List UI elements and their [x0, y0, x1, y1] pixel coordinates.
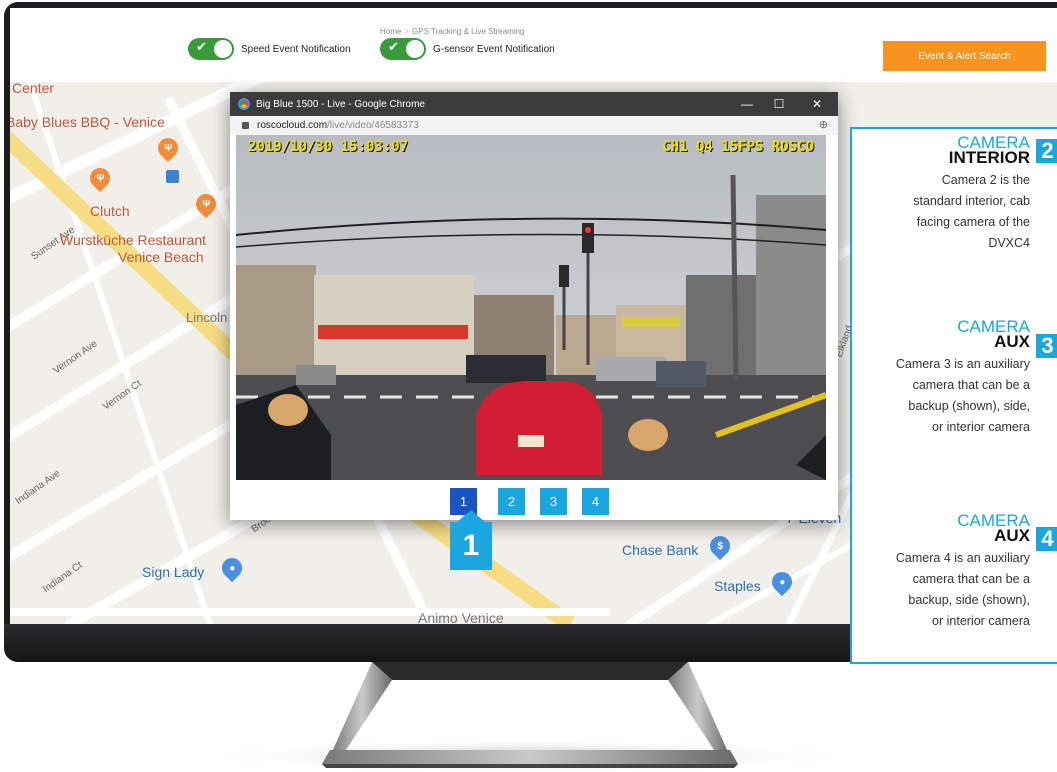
zoom-icon[interactable]: ⊕: [819, 118, 828, 131]
bus-stop-icon[interactable]: [166, 170, 179, 183]
g-sensor-event-label: G-sensor Event Notification: [433, 43, 555, 55]
screenshot: ✔ Speed Event Notification ✔ G-sensor Ev…: [0, 0, 1057, 772]
live-video-window[interactable]: Big Blue 1500 - Live - Google Chrome — ☐…: [230, 92, 838, 520]
desc-line: facing camera of the: [916, 215, 1030, 229]
desc-line: backup, side (shown),: [908, 593, 1030, 607]
callout-arrow: [457, 510, 485, 522]
camera-tab-4[interactable]: 4: [582, 488, 609, 515]
desc-line: backup (shown), side,: [908, 399, 1030, 413]
url-host: roscocloud.com: [257, 120, 328, 131]
desc-line: camera that can be a: [912, 378, 1030, 392]
camera-4-info: CAMERA AUX Camera 4 is an auxiliary came…: [852, 512, 1030, 632]
callout-number-1: 1: [450, 522, 492, 570]
address-bar[interactable]: roscocloud.com/live/video/46583373 ⊕: [230, 116, 838, 135]
lock-icon: [242, 122, 249, 129]
camera-tab-3[interactable]: 3: [540, 488, 567, 515]
breadcrumb-home-link[interactable]: Home: [380, 27, 401, 36]
map-label-center: Center: [12, 82, 55, 96]
speed-event-toggle[interactable]: ✔ Speed Event Notification: [188, 38, 351, 60]
camera-3-description: Camera 3 is an auxiliary camera that can…: [852, 354, 1030, 438]
map-label-venice-beach: Venice Beach: [118, 249, 204, 265]
camera-2-number-badge: 2: [1036, 139, 1057, 163]
window-title: Big Blue 1500 - Live - Google Chrome: [256, 98, 425, 110]
event-alert-search-button[interactable]: Event & Alert Search: [883, 41, 1046, 71]
desc-line: or interior camera: [932, 420, 1030, 434]
camera-2-info: CAMERA INTERIOR Camera 2 is the standard…: [852, 134, 1030, 254]
desc-line: camera that can be a: [912, 572, 1030, 586]
camera-4-number-badge: 4: [1036, 527, 1057, 551]
map-label-clutch: Clutch: [90, 203, 130, 219]
camera-3-subtitle: AUX: [994, 332, 1030, 351]
camera-2-description: Camera 2 is the standard interior, cab f…: [852, 170, 1030, 254]
live-video-feed[interactable]: 2019/10/30 15:03:07 CH1 Q4 15FPS ROSCO: [236, 135, 826, 480]
monitor-stand: [198, 662, 858, 772]
camera-3-number-badge: 3: [1036, 334, 1057, 358]
maximize-icon[interactable]: ☐: [762, 92, 796, 116]
toggle-switch-on[interactable]: ✔: [380, 38, 426, 60]
map-label-animo: Animo Venice: [418, 610, 504, 624]
video-timestamp-overlay: 2019/10/30 15:03:07: [248, 139, 409, 155]
dashcam-street-scene: [236, 135, 826, 480]
map-label-baby-blues: Baby Blues BBQ - Venice: [10, 114, 165, 130]
camera-info-panel: CAMERA INTERIOR Camera 2 is the standard…: [850, 127, 1057, 664]
window-title-bar[interactable]: Big Blue 1500 - Live - Google Chrome — ☐…: [230, 92, 838, 116]
check-icon: ✔: [196, 40, 207, 55]
map-label-sign-lady: Sign Lady: [142, 564, 205, 580]
desc-line: Camera 2 is the: [941, 173, 1030, 187]
camera-4-subtitle: AUX: [994, 526, 1030, 545]
g-sensor-event-toggle[interactable]: ✔ G-sensor Event Notification: [380, 38, 555, 60]
check-icon: ✔: [388, 40, 399, 55]
breadcrumb-separator-icon: >: [404, 27, 410, 36]
close-icon[interactable]: ✕: [800, 92, 834, 116]
minimize-icon[interactable]: —: [730, 92, 764, 116]
desc-line: Camera 3 is an auxiliary: [895, 357, 1030, 371]
desc-line: DVXC4: [988, 236, 1030, 250]
app-top-bar: ✔ Speed Event Notification ✔ G-sensor Ev…: [10, 8, 1057, 82]
url-path: /live/video/46583373: [327, 120, 419, 131]
map-label-chase-bank: Chase Bank: [622, 542, 699, 558]
camera-tab-2[interactable]: 2: [498, 488, 525, 515]
chrome-icon: [238, 98, 250, 110]
desc-line: Camera 4 is an auxiliary: [895, 551, 1030, 565]
camera-2-subtitle: INTERIOR: [948, 148, 1030, 167]
map-label-lincoln: Lincoln: [186, 310, 228, 325]
speed-event-label: Speed Event Notification: [241, 43, 351, 55]
toggle-switch-on[interactable]: ✔: [188, 38, 234, 60]
camera-tab-bar: 1 2 3 4: [230, 486, 838, 516]
camera-3-info: CAMERA AUX Camera 3 is an auxiliary came…: [852, 318, 1030, 438]
breadcrumb-current: GPS Tracking & Live Streaming: [412, 27, 525, 36]
camera-4-description: Camera 4 is an auxiliary camera that can…: [852, 548, 1030, 632]
breadcrumb: Home > GPS Tracking & Live Streaming: [380, 27, 525, 36]
desc-line: or interior camera: [932, 614, 1030, 628]
map-label-wurstkuche: Wurstküche Restaurant: [60, 232, 207, 248]
desc-line: standard interior, cab: [913, 194, 1030, 208]
map-label-staples: Staples: [714, 578, 761, 594]
video-channel-overlay: CH1 Q4 15FPS ROSCO: [662, 139, 814, 155]
